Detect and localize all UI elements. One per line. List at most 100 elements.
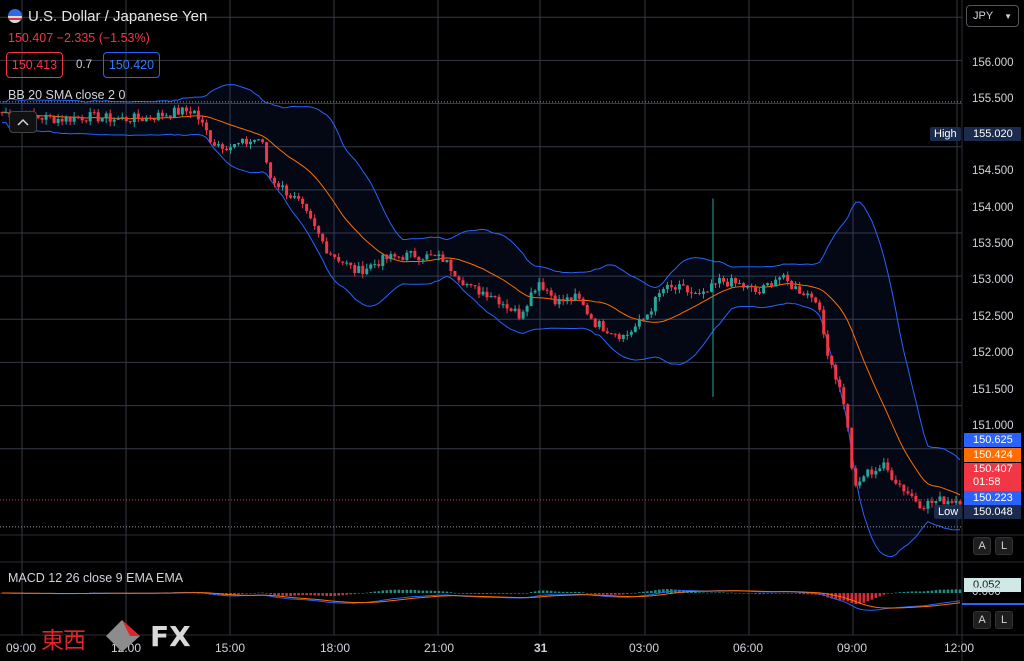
candle-body	[922, 508, 926, 510]
macd-histogram-bar	[477, 593, 481, 595]
candle-body	[886, 462, 890, 471]
macd-histogram-bar	[341, 593, 345, 596]
macd-histogram-bar	[585, 592, 589, 594]
macd-histogram-bar	[874, 593, 878, 599]
macd-histogram-bar	[533, 591, 537, 593]
candle-body	[216, 144, 220, 146]
macd-histogram-bar	[241, 593, 244, 594]
candle-body	[269, 162, 273, 178]
macd-histogram-bar	[942, 589, 946, 593]
macd-log-scale-button[interactable]: L	[995, 611, 1013, 629]
macd-histogram-bar	[714, 592, 717, 594]
macd-histogram-bar	[742, 593, 745, 594]
macd-histogram-bar	[237, 593, 240, 595]
macd-auto-scale-button[interactable]: A	[973, 611, 991, 629]
candle-body	[942, 496, 946, 505]
candle-body	[577, 293, 581, 299]
price-tick: 155.500	[972, 93, 1014, 105]
symbol-title[interactable]: U.S. Dollar / Japanese Yen	[28, 8, 207, 25]
candle-body	[321, 233, 325, 242]
macd-histogram-bar	[401, 589, 405, 593]
macd-histogram-bar	[906, 591, 910, 593]
candle-body	[898, 483, 902, 485]
price-change: 150.407 −2.335 (−1.53%)	[8, 31, 150, 45]
macd-histogram-bar	[589, 593, 593, 594]
candle-body	[64, 116, 68, 122]
buy-button[interactable]: 150.420	[103, 52, 160, 78]
macd-histogram-bar	[557, 591, 561, 593]
candle-body	[585, 304, 589, 315]
macd-histogram-bar	[301, 593, 304, 596]
macd-histogram-bar	[413, 589, 417, 593]
candle-body	[184, 107, 188, 112]
macd-histogram-bar	[373, 591, 377, 593]
candle-body	[481, 291, 485, 295]
macd-histogram-bar	[886, 593, 890, 594]
candle-body	[293, 196, 297, 198]
candle-body	[80, 117, 84, 121]
macd-histogram-bar	[317, 593, 320, 596]
bb-legend[interactable]: BB 20 SMA close 2 0	[8, 88, 125, 102]
candle-body	[36, 115, 40, 119]
candle-body	[910, 493, 914, 496]
macd-histogram-bar	[397, 589, 401, 593]
candle-body	[569, 297, 573, 301]
macd-histogram-bar	[605, 593, 609, 595]
macd-histogram-bar	[273, 593, 276, 596]
macd-histogram-bar	[357, 593, 361, 594]
candle-body	[96, 112, 100, 122]
candle-body	[365, 268, 369, 275]
macd-histogram-bar	[245, 593, 248, 594]
macd-histogram-bar	[453, 592, 457, 594]
candle-body	[44, 114, 48, 120]
candle-body	[697, 292, 701, 294]
macd-histogram-bar	[569, 592, 573, 593]
currency-select[interactable]: JPY ▼	[966, 5, 1019, 27]
macd-histogram-bar	[958, 589, 962, 593]
chart-canvas[interactable]	[0, 0, 1024, 661]
candle-body	[329, 253, 333, 255]
macd-histogram-bar	[545, 590, 549, 593]
candle-body	[349, 262, 353, 266]
candle-body	[802, 293, 806, 296]
sell-button[interactable]: 150.413	[6, 52, 63, 78]
macd-histogram-bar	[573, 591, 577, 593]
candle-body	[313, 218, 317, 227]
macd-histogram-bar	[561, 591, 565, 593]
log-scale-button[interactable]: L	[995, 537, 1013, 555]
candle-body	[60, 118, 64, 122]
candle-body	[705, 291, 709, 293]
candle-body	[874, 470, 878, 475]
candle-body	[717, 277, 721, 284]
macd-histogram-bar	[293, 593, 296, 596]
macd-histogram-bar	[706, 592, 709, 594]
candle-body	[88, 112, 92, 122]
candle-body	[798, 286, 802, 294]
macd-histogram-bar	[882, 593, 886, 595]
candle-body	[377, 264, 381, 267]
macd-histogram-bar	[265, 593, 268, 594]
candle-body	[477, 286, 481, 295]
macd-histogram-bar	[593, 593, 597, 595]
candle-body	[289, 195, 293, 198]
candle-body	[204, 122, 208, 131]
macd-histogram-bar	[461, 593, 465, 594]
candle-body	[132, 113, 136, 123]
candle-body	[4, 112, 8, 114]
collapse-legend-button[interactable]	[9, 111, 37, 133]
auto-scale-button[interactable]: A	[973, 537, 991, 555]
candle-body	[509, 308, 513, 311]
candle-body	[208, 130, 212, 143]
macd-legend[interactable]: MACD 12 26 close 9 EMA EMA	[8, 571, 183, 585]
macd-histogram-bar	[417, 590, 421, 593]
candle-body	[882, 462, 886, 469]
candle-body	[742, 283, 746, 288]
candle-body	[277, 183, 281, 188]
candle-body	[758, 291, 762, 294]
macd-histogram-bar	[798, 593, 801, 594]
candle-body	[457, 276, 461, 281]
candle-body	[746, 285, 750, 288]
macd-histogram-bar	[730, 592, 733, 594]
macd-histogram-bar	[762, 593, 765, 594]
macd-histogram-bar	[445, 591, 449, 593]
